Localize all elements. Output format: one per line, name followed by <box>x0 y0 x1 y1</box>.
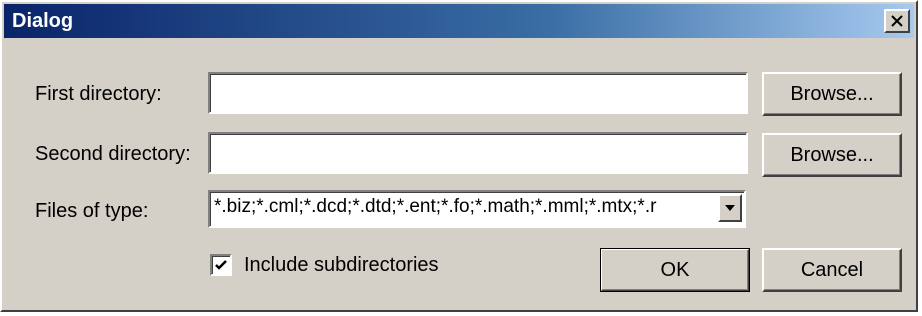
first-directory-field[interactable] <box>208 72 748 114</box>
files-of-type-label: Files of type: <box>35 200 149 222</box>
dropdown-button[interactable] <box>718 194 742 222</box>
first-directory-label: First directory: <box>35 83 162 105</box>
first-browse-button[interactable]: Browse... <box>762 72 902 116</box>
second-browse-button[interactable]: Browse... <box>762 133 902 177</box>
checkmark-icon <box>215 260 227 270</box>
files-of-type-value: *.biz;*.cml;*.dcd;*.dtd;*.ent;*.fo;*.mat… <box>214 196 657 217</box>
second-directory-field[interactable] <box>208 132 748 174</box>
window-title: Dialog <box>12 10 74 32</box>
first-directory-input[interactable] <box>210 74 746 112</box>
close-icon <box>891 15 903 27</box>
second-directory-label: Second directory: <box>35 143 191 165</box>
title-bar[interactable]: Dialog <box>4 4 914 38</box>
chevron-down-icon <box>725 205 735 211</box>
cancel-button[interactable]: Cancel <box>762 248 902 292</box>
close-button[interactable] <box>884 9 910 33</box>
include-subdirectories-label[interactable]: Include subdirectories <box>244 254 439 277</box>
include-subdirectories-checkbox[interactable] <box>210 254 232 276</box>
second-directory-input[interactable] <box>210 134 746 172</box>
ok-button[interactable]: OK <box>600 248 750 292</box>
dialog-window: Dialog First directory: Browse... Second… <box>0 0 918 312</box>
files-of-type-select[interactable]: *.biz;*.cml;*.dcd;*.dtd;*.ent;*.fo;*.mat… <box>208 190 746 228</box>
